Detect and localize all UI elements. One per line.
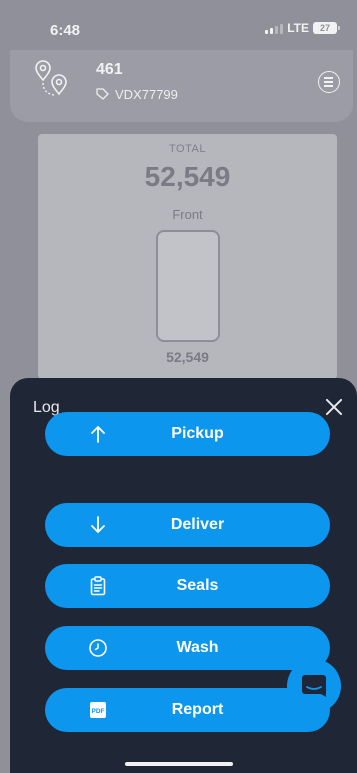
route-icon xyxy=(35,60,67,96)
total-label: TOTAL xyxy=(169,143,206,155)
deliver-button[interactable]: Deliver xyxy=(45,503,330,547)
signal-icon xyxy=(265,23,284,34)
chat-button[interactable] xyxy=(287,659,341,713)
compartment-tank xyxy=(156,230,220,342)
pickup-button[interactable]: Pickup xyxy=(45,412,330,456)
pickup-label: Pickup xyxy=(171,425,224,442)
home-indicator xyxy=(125,762,233,766)
tag-icon xyxy=(96,88,109,100)
close-button[interactable] xyxy=(323,396,345,418)
network-label: LTE xyxy=(287,21,309,35)
header-card: 461 VDX77799 xyxy=(10,50,353,122)
header-tag: VDX77799 xyxy=(96,87,178,102)
header-tag-text: VDX77799 xyxy=(115,87,178,102)
menu-button[interactable] xyxy=(318,71,340,93)
seals-button[interactable]: Seals xyxy=(45,564,330,608)
deliver-label: Deliver xyxy=(170,516,225,533)
status-time: 6:48 xyxy=(50,22,81,39)
status-indicators: LTE 27 xyxy=(265,21,340,35)
compartment-label: Front xyxy=(172,207,203,222)
total-card: TOTAL 52,549 Front 52,549 xyxy=(38,134,337,379)
log-sheet: Log Pickup Deliver Seals Wash PDF Report xyxy=(10,378,357,773)
compartment-value: 52,549 xyxy=(166,349,209,365)
header-number: 461 xyxy=(96,61,123,78)
seals-label: Seals xyxy=(176,577,219,594)
battery-icon: 27 xyxy=(313,22,340,34)
wash-label: Wash xyxy=(176,639,219,656)
chat-icon xyxy=(302,675,326,697)
total-value: 52,549 xyxy=(144,161,231,192)
